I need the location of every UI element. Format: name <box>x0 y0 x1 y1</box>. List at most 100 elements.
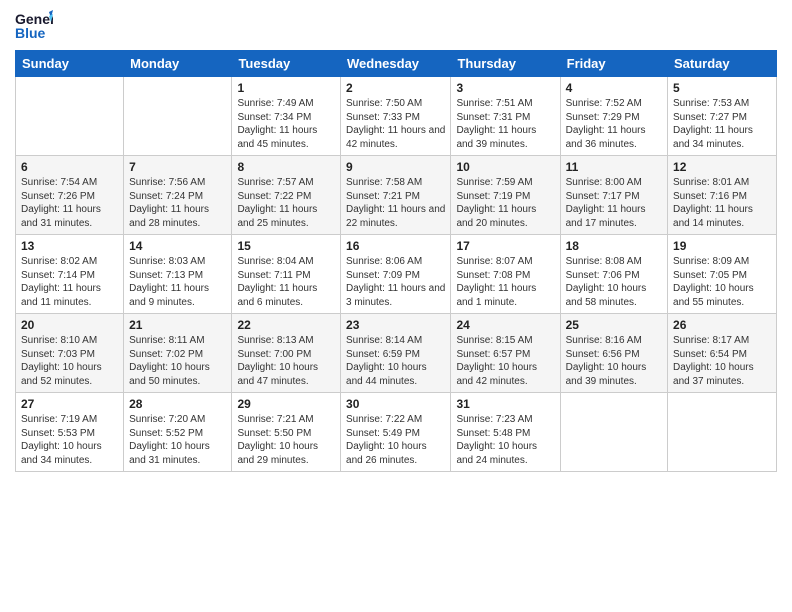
day-22: 22 Sunrise: 8:13 AM Sunset: 7:00 PM Dayli… <box>232 314 341 393</box>
day-info-21: Sunrise: 8:11 AM Sunset: 7:02 PM Dayligh… <box>129 334 226 388</box>
day-info-24: Sunrise: 8:15 AM Sunset: 6:57 PM Dayligh… <box>456 334 554 388</box>
day-info-26: Sunrise: 8:17 AM Sunset: 6:54 PM Dayligh… <box>673 334 771 388</box>
day-number-20: 20 <box>21 318 118 332</box>
day-number-27: 27 <box>21 397 118 411</box>
day-number-12: 12 <box>673 160 771 174</box>
day-5: 5 Sunrise: 7:53 AM Sunset: 7:27 PM Daylig… <box>668 77 777 156</box>
day-14: 14 Sunrise: 8:03 AM Sunset: 7:13 PM Dayli… <box>124 235 232 314</box>
day-number-26: 26 <box>673 318 771 332</box>
day-11: 11 Sunrise: 8:00 AM Sunset: 7:17 PM Dayli… <box>560 156 667 235</box>
day-info-28: Sunrise: 7:20 AM Sunset: 5:52 PM Dayligh… <box>129 413 226 467</box>
day-26: 26 Sunrise: 8:17 AM Sunset: 6:54 PM Dayli… <box>668 314 777 393</box>
day-info-12: Sunrise: 8:01 AM Sunset: 7:16 PM Dayligh… <box>673 176 771 230</box>
day-number-7: 7 <box>129 160 226 174</box>
svg-text:Blue: Blue <box>15 25 46 41</box>
day-number-24: 24 <box>456 318 554 332</box>
day-30: 30Sunrise: 7:22 AM Sunset: 5:49 PM Dayli… <box>341 393 451 472</box>
day-number-8: 8 <box>237 160 335 174</box>
day-info-15: Sunrise: 8:04 AM Sunset: 7:11 PM Dayligh… <box>237 255 335 309</box>
day-number-9: 9 <box>346 160 445 174</box>
day-number-10: 10 <box>456 160 554 174</box>
day-number-2: 2 <box>346 81 445 95</box>
day-info-29: Sunrise: 7:21 AM Sunset: 5:50 PM Dayligh… <box>237 413 335 467</box>
day-13: 13 Sunrise: 8:02 AM Sunset: 7:14 PM Dayli… <box>16 235 124 314</box>
day-number-13: 13 <box>21 239 118 253</box>
day-number-19: 19 <box>673 239 771 253</box>
day-2: 2 Sunrise: 7:50 AM Sunset: 7:33 PM Daylig… <box>341 77 451 156</box>
day-8: 8 Sunrise: 7:57 AM Sunset: 7:22 PM Daylig… <box>232 156 341 235</box>
day-6: 6 Sunrise: 7:54 AM Sunset: 7:26 PM Daylig… <box>16 156 124 235</box>
day-info-17: Sunrise: 8:07 AM Sunset: 7:08 PM Dayligh… <box>456 255 554 309</box>
header-tuesday: Tuesday <box>232 51 341 77</box>
day-info-31: Sunrise: 7:23 AM Sunset: 5:48 PM Dayligh… <box>456 413 554 467</box>
day-17: 17 Sunrise: 8:07 AM Sunset: 7:08 PM Dayli… <box>451 235 560 314</box>
day-info-1: Sunrise: 7:49 AM Sunset: 7:34 PM Dayligh… <box>237 97 335 151</box>
day-info-20: Sunrise: 8:10 AM Sunset: 7:03 PM Dayligh… <box>21 334 118 388</box>
day-number-5: 5 <box>673 81 771 95</box>
day-info-27: Sunrise: 7:19 AM Sunset: 5:53 PM Dayligh… <box>21 413 118 467</box>
day-number-23: 23 <box>346 318 445 332</box>
day-info-11: Sunrise: 8:00 AM Sunset: 7:17 PM Dayligh… <box>566 176 662 230</box>
day-info-13: Sunrise: 8:02 AM Sunset: 7:14 PM Dayligh… <box>21 255 118 309</box>
day-number-3: 3 <box>456 81 554 95</box>
week-row-5: 27 Sunrise: 7:19 AM Sunset: 5:53 PM Dayli… <box>16 393 777 472</box>
day-info-25: Sunrise: 8:16 AM Sunset: 6:56 PM Dayligh… <box>566 334 662 388</box>
calendar-header-row: SundayMondayTuesdayWednesdayThursdayFrid… <box>16 51 777 77</box>
header-saturday: Saturday <box>668 51 777 77</box>
day-31: 31 Sunrise: 7:23 AM Sunset: 5:48 PM Dayli… <box>451 393 560 472</box>
header-monday: Monday <box>124 51 232 77</box>
day-info-5: Sunrise: 7:53 AM Sunset: 7:27 PM Dayligh… <box>673 97 771 151</box>
day-number-28: 28 <box>129 397 226 411</box>
day-number-18: 18 <box>566 239 662 253</box>
day-number-6: 6 <box>21 160 118 174</box>
day-3: 3 Sunrise: 7:51 AM Sunset: 7:31 PM Daylig… <box>451 77 560 156</box>
day-number-22: 22 <box>237 318 335 332</box>
day-number-29: 29 <box>237 397 335 411</box>
day-info-9: Sunrise: 7:58 AM Sunset: 7:21 PM Dayligh… <box>346 176 445 230</box>
day-number-25: 25 <box>566 318 662 332</box>
page: General Blue SundayMondayTuesdayWednesda… <box>0 0 792 612</box>
empty-cell <box>668 393 777 472</box>
day-number-1: 1 <box>237 81 335 95</box>
day-29: 29 Sunrise: 7:21 AM Sunset: 5:50 PM Dayli… <box>232 393 341 472</box>
day-info-19: Sunrise: 8:09 AM Sunset: 7:05 PM Dayligh… <box>673 255 771 309</box>
day-number-21: 21 <box>129 318 226 332</box>
day-25: 25 Sunrise: 8:16 AM Sunset: 6:56 PM Dayli… <box>560 314 667 393</box>
week-row-1: 1 Sunrise: 7:49 AM Sunset: 7:34 PM Daylig… <box>16 77 777 156</box>
day-23: 23 Sunrise: 8:14 AM Sunset: 6:59 PM Dayli… <box>341 314 451 393</box>
day-number-14: 14 <box>129 239 226 253</box>
day-info-16: Sunrise: 8:06 AM Sunset: 7:09 PM Dayligh… <box>346 255 445 309</box>
day-info-4: Sunrise: 7:52 AM Sunset: 7:29 PM Dayligh… <box>566 97 662 151</box>
header-thursday: Thursday <box>451 51 560 77</box>
day-9: 9 Sunrise: 7:58 AM Sunset: 7:21 PM Daylig… <box>341 156 451 235</box>
day-info-2: Sunrise: 7:50 AM Sunset: 7:33 PM Dayligh… <box>346 97 445 151</box>
calendar: SundayMondayTuesdayWednesdayThursdayFrid… <box>15 50 777 472</box>
week-row-4: 20 Sunrise: 8:10 AM Sunset: 7:03 PM Dayli… <box>16 314 777 393</box>
day-info-22: Sunrise: 8:13 AM Sunset: 7:00 PM Dayligh… <box>237 334 335 388</box>
header-wednesday: Wednesday <box>341 51 451 77</box>
day-info-30: Sunrise: 7:22 AM Sunset: 5:49 PM Dayligh… <box>346 413 445 467</box>
day-info-6: Sunrise: 7:54 AM Sunset: 7:26 PM Dayligh… <box>21 176 118 230</box>
day-18: 18 Sunrise: 8:08 AM Sunset: 7:06 PM Dayli… <box>560 235 667 314</box>
day-info-10: Sunrise: 7:59 AM Sunset: 7:19 PM Dayligh… <box>456 176 554 230</box>
day-number-17: 17 <box>456 239 554 253</box>
day-info-8: Sunrise: 7:57 AM Sunset: 7:22 PM Dayligh… <box>237 176 335 230</box>
day-28: 28 Sunrise: 7:20 AM Sunset: 5:52 PM Dayli… <box>124 393 232 472</box>
day-number-16: 16 <box>346 239 445 253</box>
week-row-3: 13 Sunrise: 8:02 AM Sunset: 7:14 PM Dayli… <box>16 235 777 314</box>
day-info-7: Sunrise: 7:56 AM Sunset: 7:24 PM Dayligh… <box>129 176 226 230</box>
week-row-2: 6 Sunrise: 7:54 AM Sunset: 7:26 PM Daylig… <box>16 156 777 235</box>
day-24: 24 Sunrise: 8:15 AM Sunset: 6:57 PM Dayli… <box>451 314 560 393</box>
empty-cell <box>560 393 667 472</box>
day-info-14: Sunrise: 8:03 AM Sunset: 7:13 PM Dayligh… <box>129 255 226 309</box>
day-info-3: Sunrise: 7:51 AM Sunset: 7:31 PM Dayligh… <box>456 97 554 151</box>
day-number-31: 31 <box>456 397 554 411</box>
day-info-23: Sunrise: 8:14 AM Sunset: 6:59 PM Dayligh… <box>346 334 445 388</box>
day-number-11: 11 <box>566 160 662 174</box>
day-16: 16 Sunrise: 8:06 AM Sunset: 7:09 PM Dayli… <box>341 235 451 314</box>
day-12: 12 Sunrise: 8:01 AM Sunset: 7:16 PM Dayli… <box>668 156 777 235</box>
day-27: 27 Sunrise: 7:19 AM Sunset: 5:53 PM Dayli… <box>16 393 124 472</box>
day-number-4: 4 <box>566 81 662 95</box>
day-info-18: Sunrise: 8:08 AM Sunset: 7:06 PM Dayligh… <box>566 255 662 309</box>
day-20: 20 Sunrise: 8:10 AM Sunset: 7:03 PM Dayli… <box>16 314 124 393</box>
